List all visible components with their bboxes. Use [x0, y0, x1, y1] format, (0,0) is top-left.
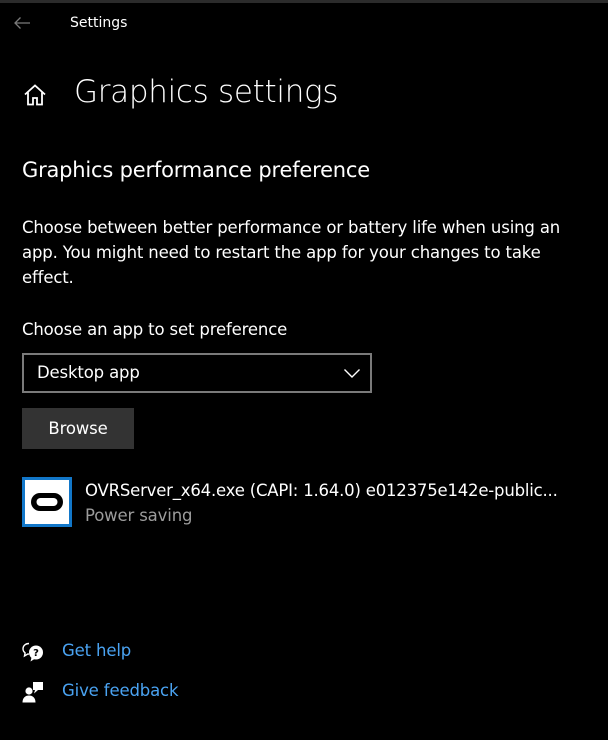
feedback-person-icon [22, 682, 43, 703]
section-description: Choose between better performance or bat… [22, 218, 561, 287]
dropdown-selected-value: Desktop app [37, 363, 140, 382]
app-title: Settings [70, 15, 128, 31]
browse-button[interactable]: Browse [22, 408, 134, 449]
page-title: Graphics settings [74, 74, 339, 110]
chevron-down-icon [344, 369, 360, 378]
back-button[interactable] [8, 9, 36, 37]
home-icon[interactable] [22, 82, 48, 108]
app-list-item[interactable]: OVRServer_x64.exe (CAPI: 1.64.0) e012375… [22, 475, 582, 531]
app-type-dropdown[interactable]: Desktop app [22, 353, 372, 393]
back-arrow-icon [14, 17, 30, 29]
oculus-icon [22, 477, 72, 527]
app-picker-label: Choose an app to set preference [22, 320, 288, 339]
svg-text:?: ? [33, 648, 39, 659]
section-title: Graphics performance preference [22, 158, 370, 182]
app-preference: Power saving [85, 506, 193, 525]
app-name: OVRServer_x64.exe (CAPI: 1.64.0) e012375… [85, 481, 558, 500]
get-help-link[interactable]: Get help [62, 641, 131, 660]
title-bar: Settings [0, 3, 608, 43]
help-chat-icon: ? [22, 642, 43, 662]
give-feedback-link[interactable]: Give feedback [62, 681, 179, 700]
